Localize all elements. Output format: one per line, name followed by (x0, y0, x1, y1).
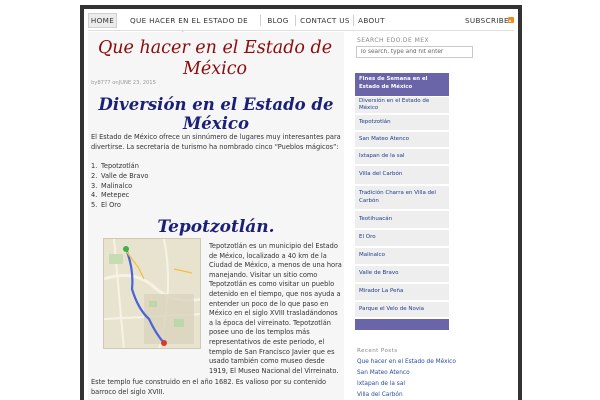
sidebar-item[interactable]: Mirador La Peña (355, 284, 449, 301)
sidebar-item[interactable]: El Oro (355, 230, 449, 247)
recent-post-link[interactable]: Ixtapan de la sal (357, 381, 405, 387)
tepotzotlan-paragraph-continued: Este templo fue construido en el año 168… (91, 378, 327, 396)
list-item: 4. Metepec (91, 191, 130, 200)
nav-divider (295, 15, 296, 26)
list-item: 2. Valle de Bravo (91, 171, 149, 180)
search-input[interactable] (356, 46, 473, 58)
sidebar-item[interactable]: Diversión en el Estado de México (355, 97, 449, 114)
list-item: 5. El Oro (91, 201, 121, 210)
nav-blog[interactable]: Blog (263, 13, 293, 28)
menu-footer (355, 319, 449, 330)
sidebar-item[interactable]: Valle de Bravo (355, 266, 449, 283)
sidebar-item[interactable]: Tradición Charra en Villa del Carbón (355, 186, 449, 210)
sidebar-item[interactable]: San Mateo Atenco (355, 132, 449, 148)
subsection-heading: Tepotzotlán. (157, 217, 275, 237)
nav-home[interactable]: Home (88, 13, 117, 28)
list-item: 3. Malinalco (91, 181, 133, 190)
pueblos-list: 1. Tepotzotlán 2. Valle de Bravo 3. Malinal… (91, 162, 148, 211)
sidebar-menu: Fines de Semana en el Estado de México (355, 73, 449, 96)
list-item: 1. Tepotzotlán (91, 162, 139, 170)
nav-divider (353, 15, 354, 26)
recent-post-link[interactable]: San Mateo Atenco (357, 370, 410, 376)
nav-que-hacer[interactable]: Que hacer en el Estado de México (119, 13, 259, 40)
sidebar-item[interactable]: Parque el Velo de Novia (355, 302, 449, 318)
nav-divider-line (88, 30, 514, 31)
intro-paragraph: El Estado de México ofrece un sinnúmero … (91, 133, 341, 151)
section-heading: Diversión en el Estado de México (98, 95, 334, 133)
recent-post-link[interactable]: Villa del Carbón (357, 392, 403, 398)
rss-icon[interactable] (508, 17, 514, 23)
sidebar-item[interactable]: Ixtapan de la sal (355, 149, 449, 165)
menu-header[interactable]: Fines de Semana en el Estado de México (355, 73, 449, 96)
recent-post-link[interactable]: Que hacer en el Estado de México (357, 359, 456, 365)
nav-contact[interactable]: Contact us (298, 13, 352, 28)
post-title[interactable]: Que hacer en el Estado de México (90, 38, 340, 80)
sidebar-item[interactable]: Malinalco (355, 248, 449, 265)
subscribe-link[interactable]: Subscribe (465, 13, 509, 28)
nav-divider (260, 15, 261, 26)
sidebar-item[interactable]: Tepotzotlán (355, 115, 449, 131)
main-nav: Home Que hacer en el Estado de México Bl… (88, 13, 514, 40)
search-label: Search Edo.de Mex (357, 37, 430, 44)
map-image[interactable] (103, 238, 201, 349)
sidebar-item[interactable]: Teotihuacán (355, 211, 449, 229)
nav-about[interactable]: About (356, 13, 387, 28)
recent-posts-label: Recent Posts (357, 348, 398, 354)
post-meta: by8777 onJUNE 23, 2015 (91, 80, 156, 86)
sidebar-item[interactable]: Villa del Carbón (355, 166, 449, 185)
tepotzotlan-paragraph: Tepotzotlán es un municipio del Estado d… (209, 242, 342, 375)
